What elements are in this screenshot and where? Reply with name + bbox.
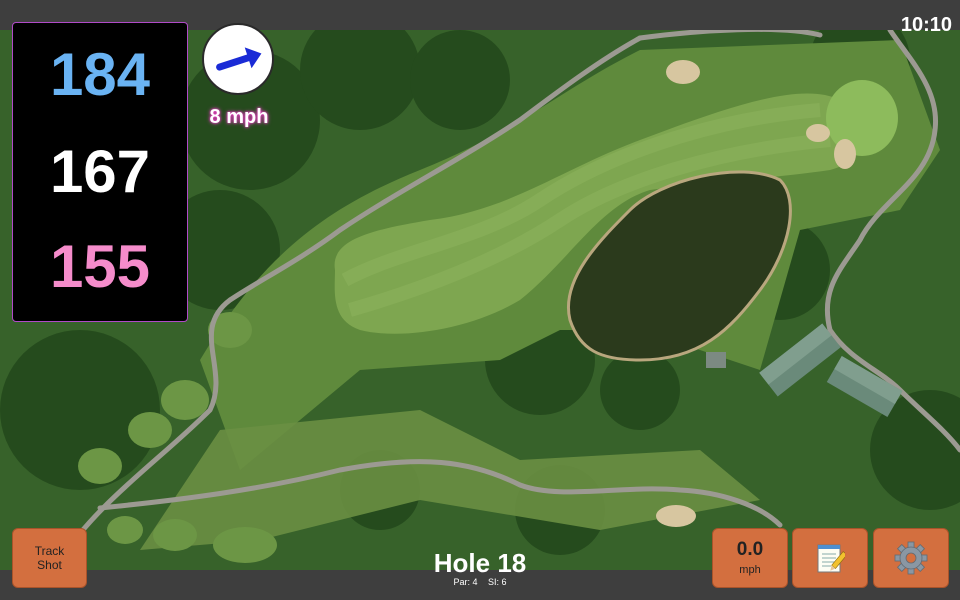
hole-si: SI: 6 [488,577,507,587]
distance-panel: 184 167 155 [12,22,188,322]
hole-par: Par: 4 [453,577,478,587]
notes-button[interactable] [792,528,868,588]
clock: 10:10 [900,14,952,36]
hole-info: Par: 4 SI: 6 [380,577,580,587]
speed-button[interactable]: 0.0 mph [712,528,788,588]
settings-button[interactable] [873,528,949,588]
notepad-icon [817,544,845,573]
track-shot-button[interactable]: Track Shot [12,528,87,588]
wind-speed: 8 mph [209,106,269,128]
front-distance: 155 [49,233,151,300]
speed-unit: mph [739,564,761,576]
back-distance: 184 [49,41,151,108]
speed-value: 0.0 [736,539,764,560]
gear-icon [894,541,928,575]
wind-arrow-icon [216,47,262,71]
hole-title: Hole 18 [433,548,527,578]
track-shot-label: Track Shot [34,544,65,572]
wind-indicator [202,23,274,95]
middle-distance: 167 [49,138,151,205]
